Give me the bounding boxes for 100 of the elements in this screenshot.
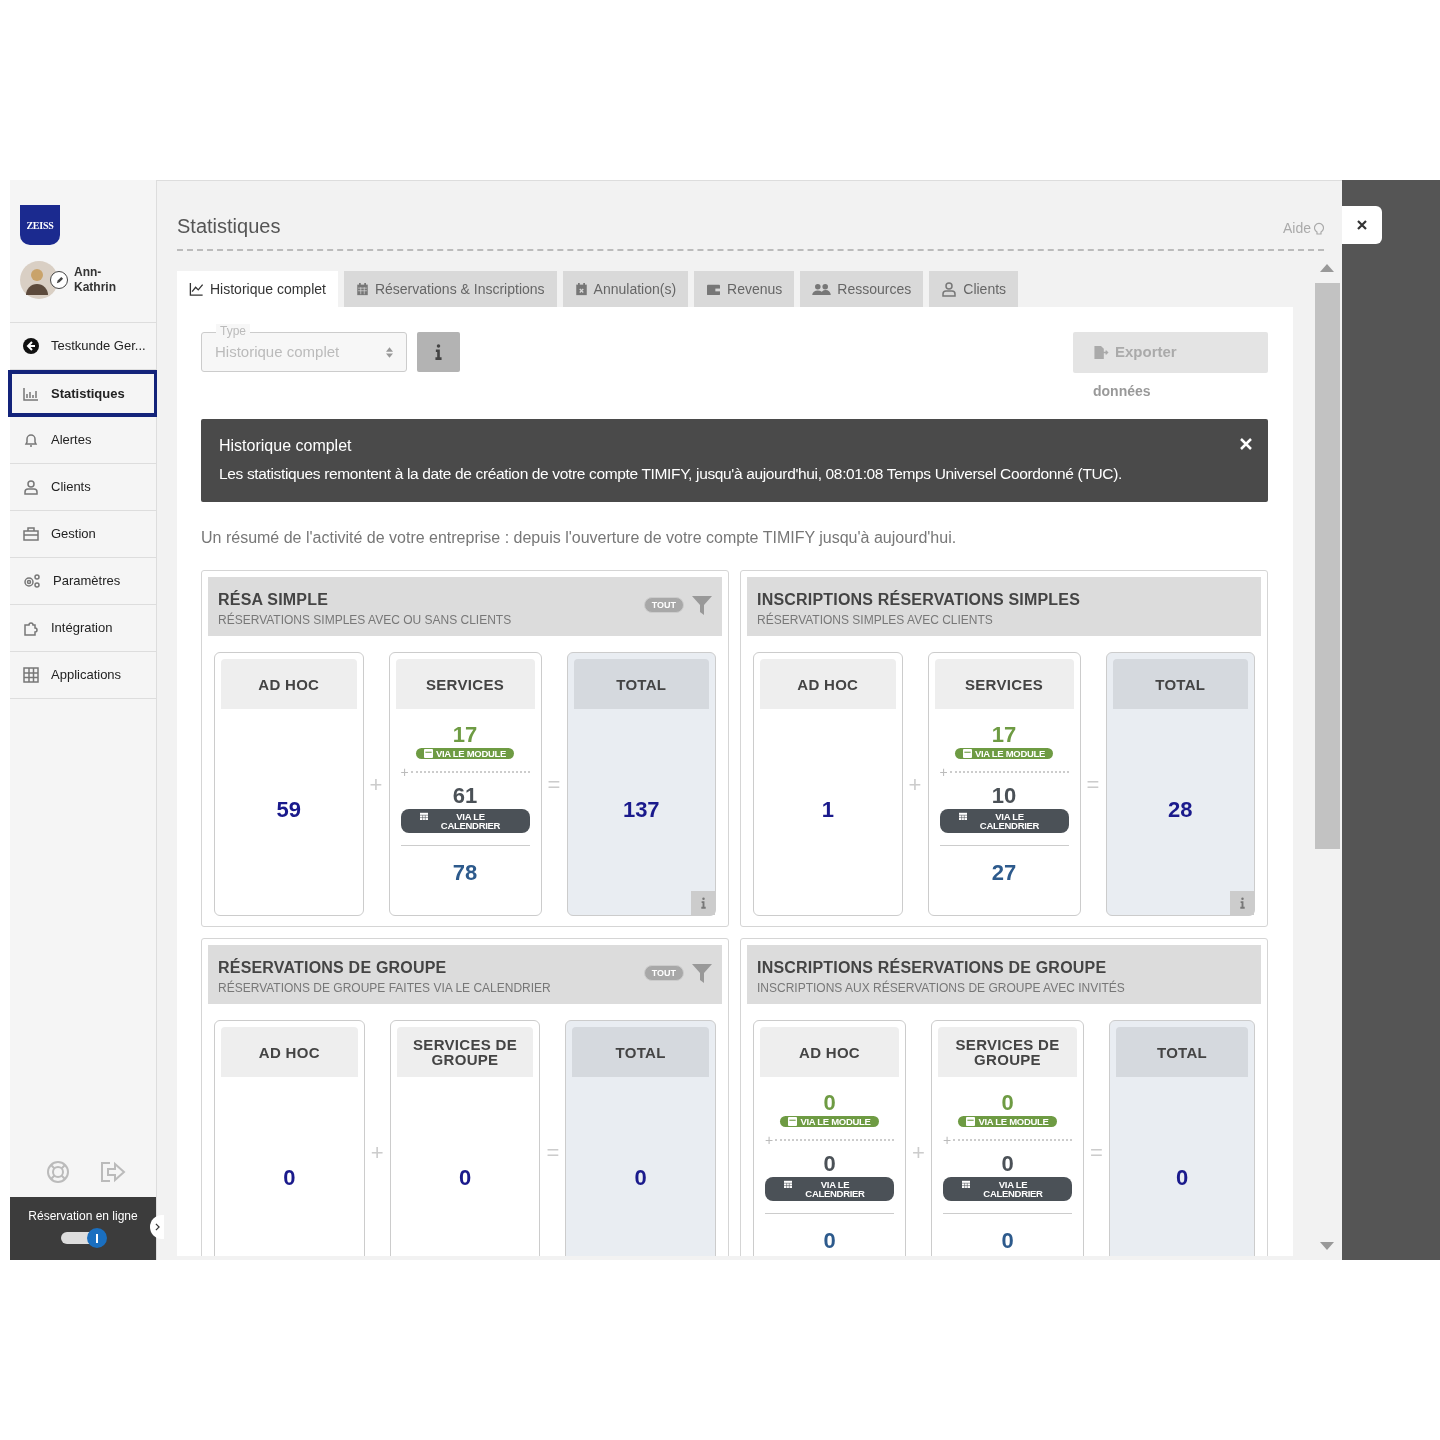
module-value: 0 xyxy=(823,1090,836,1116)
filter-icon[interactable] xyxy=(692,595,712,615)
column-header: AD HOC xyxy=(796,676,860,692)
calendar-icon xyxy=(784,1180,792,1188)
sidebar-item[interactable]: Applications xyxy=(10,652,156,699)
bar-chart-icon xyxy=(23,385,39,402)
plus-sign: + xyxy=(400,765,409,779)
scroll-down-icon[interactable] xyxy=(1320,1242,1334,1250)
export-sublabel: données xyxy=(1093,382,1151,401)
total-value: 0 xyxy=(634,1163,647,1192)
calendar-value: 0 xyxy=(823,1151,836,1177)
column-header: TOTAL xyxy=(1155,1044,1209,1060)
module-value: 17 xyxy=(991,722,1017,748)
count-value: 1 xyxy=(821,795,834,824)
column-header: AD HOC xyxy=(257,676,321,692)
info-icon[interactable] xyxy=(1230,891,1254,915)
help-icon[interactable] xyxy=(46,1160,70,1184)
sidebar-item[interactable]: Alertes xyxy=(10,417,156,464)
banner-text: Les statistiques remontent à la date de création de votre compte TIMIFY, jusqu'à aujourd'hui, 08:01:08 Temps Universel Coordonné (TUC). xyxy=(219,464,1123,483)
grid-icon xyxy=(23,667,39,683)
card-subtitle: RÉSERVATIONS SIMPLES AVEC OU SANS CLIENTS xyxy=(218,614,512,627)
column-header: AD HOC xyxy=(798,1044,861,1060)
sum-value: 78 xyxy=(452,860,478,886)
expand-chevron-icon[interactable] xyxy=(150,1215,164,1239)
users-icon xyxy=(812,282,832,296)
card-title: RÉSERVATIONS DE GROUPE xyxy=(218,959,448,977)
toggle-switch[interactable] xyxy=(59,1229,107,1247)
total-value: 137 xyxy=(622,795,660,824)
module-value: 0 xyxy=(1001,1090,1014,1116)
sort-caret-icon xyxy=(386,346,393,358)
calendar-value: 0 xyxy=(1001,1151,1014,1177)
select-label: Type xyxy=(216,324,250,338)
tag-label: VIA LE MODULE xyxy=(800,1117,871,1126)
sidebar-item[interactable]: Clients xyxy=(10,464,156,511)
tag-label: VIA LE CALENDRIER xyxy=(439,812,502,830)
wallet-icon xyxy=(706,282,722,296)
column-header: SERVICES DE GROUPE xyxy=(954,1037,1061,1067)
calendar-icon xyxy=(962,1180,970,1188)
sum-value: 0 xyxy=(823,1228,836,1254)
filter-badge: TOUT xyxy=(643,965,684,981)
tab[interactable]: Annulation(s) xyxy=(562,271,689,307)
card-title: INSCRIPTIONS RÉSERVATIONS DE GROUPE xyxy=(757,959,1108,977)
card-title: RÉSA SIMPLE xyxy=(218,591,330,609)
plus-sign: + xyxy=(369,770,383,799)
plus-sign: + xyxy=(939,765,948,779)
tab[interactable]: Revenus xyxy=(694,271,795,307)
avatar xyxy=(20,261,58,299)
tab[interactable]: Historique complet xyxy=(177,271,338,307)
info-icon[interactable] xyxy=(691,891,715,915)
logout-icon[interactable] xyxy=(100,1161,126,1183)
total-value: 28 xyxy=(1168,795,1193,824)
select-value: Historique complet xyxy=(215,341,340,362)
lightbulb-icon xyxy=(1314,221,1324,236)
tag-label: VIA LE CALENDRIER xyxy=(804,1180,866,1198)
total-value: 0 xyxy=(1175,1163,1189,1192)
column-header: SERVICES xyxy=(964,676,1044,692)
filter-icon[interactable] xyxy=(692,963,712,983)
equals-sign: = xyxy=(547,770,561,799)
equals-sign: = xyxy=(1086,770,1100,799)
column-header: AD HOC xyxy=(257,1044,321,1060)
sidebar-item[interactable]: Gestion xyxy=(10,511,156,558)
equals-sign: = xyxy=(1090,1138,1103,1167)
calendar-icon xyxy=(355,282,369,296)
toolbox-icon xyxy=(23,526,39,542)
equals-sign: = xyxy=(546,1138,560,1167)
online-booking-label: Réservation en ligne xyxy=(28,1208,138,1225)
bell-icon xyxy=(23,432,39,448)
tag-label: VIA LE CALENDRIER xyxy=(978,812,1041,830)
page-title: Statistiques xyxy=(177,214,281,239)
column-header: SERVICES xyxy=(425,676,505,692)
sum-value: 27 xyxy=(991,860,1017,886)
sidebar-item[interactable]: Paramètres xyxy=(10,558,156,605)
info-icon xyxy=(435,344,442,360)
card-subtitle: RÉSERVATIONS SIMPLES AVEC CLIENTS xyxy=(757,614,994,627)
close-icon[interactable] xyxy=(1240,438,1252,450)
calendar-value: 61 xyxy=(452,783,478,809)
tab[interactable]: Clients xyxy=(929,271,1019,307)
plus-sign: + xyxy=(370,1138,384,1167)
card-title: INSCRIPTIONS RÉSERVATIONS SIMPLES xyxy=(757,591,1081,609)
scroll-up-icon[interactable] xyxy=(1320,264,1334,272)
sidebar-item[interactable]: Intégration xyxy=(10,605,156,652)
gears-icon xyxy=(23,573,41,589)
back-arrow-icon xyxy=(23,338,39,354)
module-value: 17 xyxy=(452,722,478,748)
plus-sign: + xyxy=(943,1133,952,1147)
info-button[interactable] xyxy=(417,332,460,372)
tag-label: VIA LE MODULE xyxy=(435,749,507,758)
plus-sign: + xyxy=(912,1138,925,1167)
tab[interactable]: Réservations & Inscriptions xyxy=(343,271,557,307)
count-value: 0 xyxy=(458,1163,472,1192)
user-name: Ann-Kathrin xyxy=(74,265,117,295)
banner-title: Historique complet xyxy=(219,436,352,455)
tag-label: VIA LE MODULE xyxy=(974,749,1046,758)
count-value: 0 xyxy=(283,1163,296,1192)
tab[interactable]: Ressources xyxy=(800,271,924,307)
user-icon xyxy=(23,479,39,495)
sidebar-item[interactable]: Statistiques xyxy=(8,370,158,417)
filter-badge: TOUT xyxy=(643,597,684,613)
close-button[interactable] xyxy=(1342,206,1382,244)
user-icon xyxy=(941,281,958,297)
